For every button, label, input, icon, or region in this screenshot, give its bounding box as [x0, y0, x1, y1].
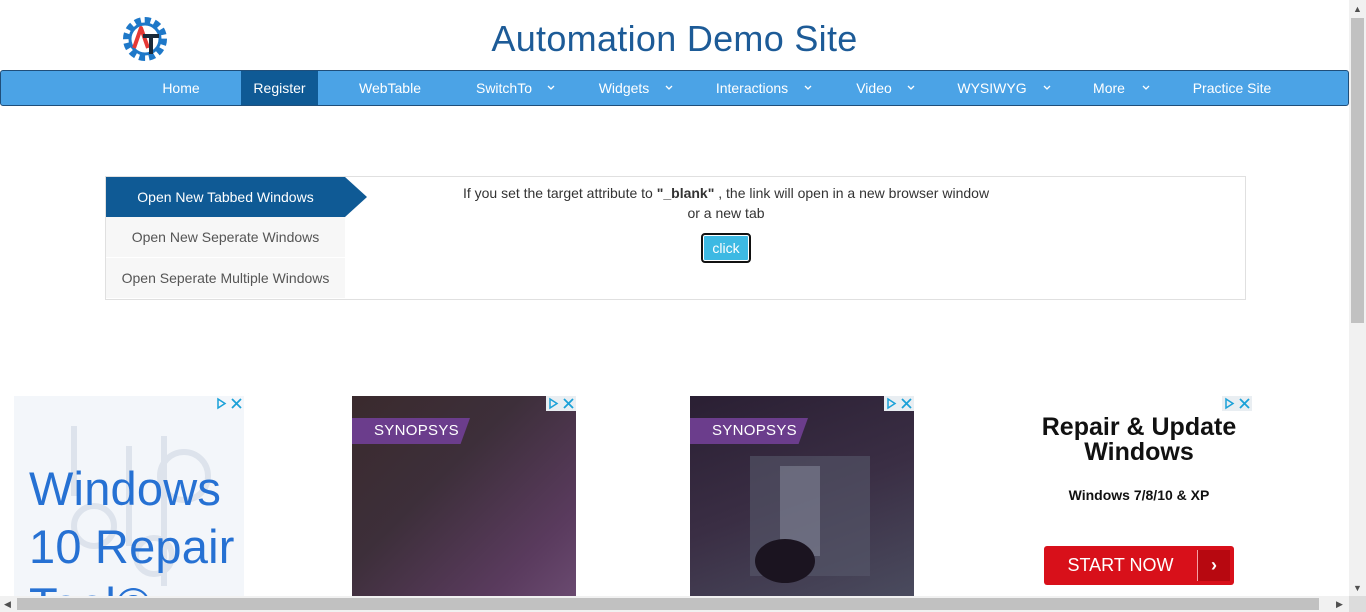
ad-title: Repair & Update Windows — [1041, 413, 1237, 466]
tab-description: If you set the target attribute to "_bla… — [456, 183, 996, 223]
synopsys-logo: SYNOPSYS — [352, 418, 470, 444]
chevron-right-icon: › — [1197, 550, 1230, 581]
desc-text: If you set the target attribute to — [462, 185, 657, 201]
ad-windows-repair[interactable]: Windows 10 Repair Tool© — [14, 396, 244, 596]
scroll-down-icon[interactable]: ▼ — [1353, 583, 1362, 593]
nav-webtable[interactable]: WebTable — [349, 71, 431, 105]
close-icon[interactable] — [229, 396, 244, 411]
adchoices-icon[interactable] — [214, 396, 229, 411]
windows-tab-panel: Open New Tabbed Windows Open New Seperat… — [105, 176, 1246, 300]
close-icon[interactable] — [899, 396, 914, 411]
tab-open-new-seperate-windows[interactable]: Open New Seperate Windows — [106, 217, 345, 257]
synopsys-logo: SYNOPSYS — [690, 418, 808, 444]
horizontal-scrollbar[interactable]: ◀ ▶ — [0, 596, 1349, 612]
ad-synopsys-1[interactable]: SYNOPSYS — [352, 396, 576, 596]
scroll-up-icon[interactable]: ▲ — [1353, 4, 1362, 14]
scrollbar-corner — [1349, 596, 1366, 612]
chevron-down-icon[interactable] — [804, 84, 812, 92]
nav-widgets[interactable]: Widgets — [589, 71, 659, 105]
click-button[interactable]: click — [701, 233, 751, 263]
close-icon[interactable] — [561, 396, 576, 411]
main-navbar: Home Register WebTable SwitchTo Widgets … — [0, 70, 1349, 106]
chevron-down-icon[interactable] — [1043, 84, 1051, 92]
nav-interactions[interactable]: Interactions — [706, 71, 798, 105]
adchoices-icon[interactable] — [1222, 396, 1237, 411]
vertical-scroll-thumb[interactable] — [1351, 18, 1364, 323]
tab-open-seperate-multiple-windows[interactable]: Open Seperate Multiple Windows — [106, 258, 345, 298]
ad-subtitle: Windows 7/8/10 & XP — [1068, 487, 1210, 503]
ad-repair-update-windows[interactable]: Repair & Update Windows Windows 7/8/10 &… — [1026, 396, 1252, 596]
header: Automation Demo Site — [0, 0, 1349, 70]
ad-choices[interactable] — [214, 396, 244, 411]
chevron-down-icon[interactable] — [665, 84, 673, 92]
desc-text-end: , the link will open in a new browser wi… — [714, 185, 990, 201]
scroll-right-icon[interactable]: ▶ — [1336, 599, 1343, 609]
nav-video[interactable]: Video — [847, 71, 901, 105]
chevron-down-icon[interactable] — [1142, 84, 1150, 92]
chevron-down-icon[interactable] — [547, 84, 555, 92]
horizontal-scroll-thumb[interactable] — [17, 598, 1319, 610]
chevron-down-icon[interactable] — [907, 84, 915, 92]
nav-practice-site[interactable]: Practice Site — [1181, 71, 1283, 105]
adchoices-icon[interactable] — [884, 396, 899, 411]
close-icon[interactable] — [1237, 396, 1252, 411]
ad-choices[interactable] — [1222, 396, 1252, 411]
adchoices-icon[interactable] — [546, 396, 561, 411]
ad-choices[interactable] — [884, 396, 914, 411]
desc-code: "_blank" — [656, 185, 715, 201]
nav-wysiwyg[interactable]: WYSIWYG — [949, 71, 1035, 105]
nav-register[interactable]: Register — [241, 71, 318, 105]
ad-choices[interactable] — [546, 396, 576, 411]
scroll-left-icon[interactable]: ◀ — [4, 599, 11, 609]
nav-switchto[interactable]: SwitchTo — [466, 71, 542, 105]
nav-home[interactable]: Home — [141, 71, 221, 105]
ad-synopsys-2[interactable]: SYNOPSYS — [690, 396, 914, 596]
nav-more[interactable]: More — [1085, 71, 1133, 105]
desc-text-line2: or a new tab — [687, 205, 765, 221]
site-title: Automation Demo Site — [491, 18, 858, 59]
ad-text: Windows 10 Repair Tool© — [29, 462, 235, 596]
tab-open-new-tabbed-windows[interactable]: Open New Tabbed Windows — [106, 177, 345, 217]
vertical-scrollbar[interactable]: ▲ ▼ — [1349, 0, 1366, 596]
active-tab-arrow — [345, 177, 367, 217]
start-now-label: START NOW — [1067, 555, 1174, 575]
start-now-button[interactable]: START NOW › — [1044, 546, 1234, 585]
